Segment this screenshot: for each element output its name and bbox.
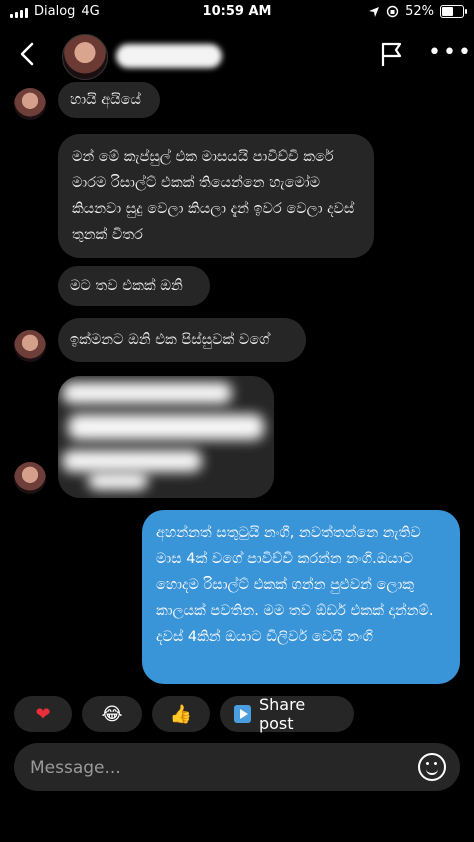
sender-avatar[interactable] — [14, 462, 46, 494]
message-text: ඉක්මනට ඔනි එක පිස්සුවක් වගේ — [70, 332, 270, 348]
sticker-icon[interactable] — [418, 753, 446, 781]
message-input[interactable] — [28, 751, 392, 785]
flag-icon[interactable] — [378, 40, 406, 68]
sender-avatar[interactable] — [14, 88, 46, 120]
chevron-left-icon[interactable] — [14, 40, 42, 68]
heart-reaction-button[interactable]: ❤ — [14, 696, 72, 732]
message-bubble-incoming[interactable]: ඉක්මනට ඔනි එක පිස්සුවක් වගේ — [58, 318, 306, 362]
battery-percent: 52% — [405, 4, 434, 19]
status-bar: Dialog 4G 10:59 AM 52% — [0, 0, 474, 26]
thumbs-up-reaction-button[interactable]: 👍 — [152, 696, 210, 732]
message-text: අහන්නත් සතුටුයි නංගී, නවත්තන්නෙ නැතිව මා… — [156, 525, 434, 645]
share-post-label: Share post — [258, 695, 306, 733]
thumbs-up-icon: 👍 — [169, 703, 193, 725]
sender-avatar[interactable] — [14, 330, 46, 362]
message-bubble-incoming[interactable]: මට තව එකක් ඔනි — [58, 266, 210, 306]
message-bubble-incoming[interactable]: හායි අයියේ — [58, 82, 160, 118]
battery-icon — [440, 5, 467, 18]
share-play-icon — [234, 705, 251, 723]
more-horizontal-icon[interactable]: ••• — [428, 42, 473, 64]
contact-avatar[interactable] — [62, 34, 108, 80]
share-post-button[interactable]: Share post — [220, 695, 354, 733]
message-bubble-outgoing[interactable]: අහන්නත් සතුටුයි නංගී, නවත්තන්නෙ නැතිව මා… — [142, 510, 460, 684]
message-text: මට තව එකක් ඔනි — [70, 278, 183, 294]
status-right: 52% — [368, 4, 467, 19]
orientation-lock-icon — [386, 5, 399, 18]
message-bubble-incoming[interactable]: මන් මේ කැප්සුල් එක මාසයයි පාවිච්චි කරේ ම… — [58, 134, 374, 258]
laughing-face-icon: 😂 — [101, 703, 123, 725]
contact-name-redacted[interactable] — [116, 44, 222, 68]
chat-header: ••• — [0, 26, 474, 88]
message-text: මන් මේ කැප්සුල් එක මාසයයි පාවිච්චි කරේ ම… — [72, 149, 355, 243]
laugh-reaction-button[interactable]: 😂 — [82, 696, 142, 732]
redacted-message[interactable] — [58, 376, 274, 498]
heart-icon: ❤ — [35, 703, 51, 725]
message-composer — [14, 743, 460, 791]
location-icon — [369, 6, 380, 17]
message-text: හායි අයියේ — [70, 92, 141, 108]
